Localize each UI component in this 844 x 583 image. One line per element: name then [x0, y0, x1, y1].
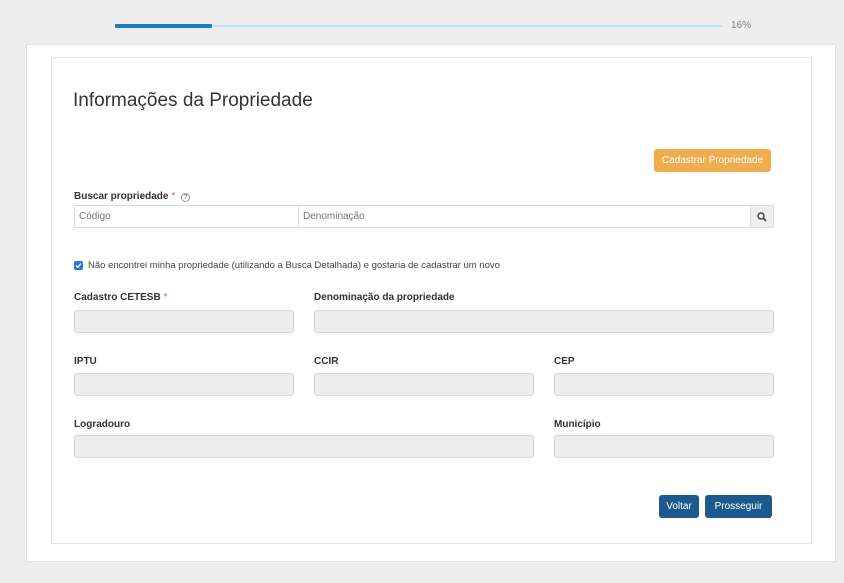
cep-input[interactable] [554, 373, 774, 396]
search-button[interactable] [750, 206, 773, 227]
denomination-label: Denominação da propriedade [314, 292, 455, 303]
search-property-label: Buscar propriedade * ? [74, 191, 190, 202]
street-label: Logradouro [74, 419, 131, 430]
search-property-group [74, 205, 774, 228]
register-property-button[interactable]: Cadastrar Propriedade [654, 149, 771, 172]
cadastro-cetesb-input[interactable] [74, 310, 294, 333]
progress-bar: 16% [115, 18, 815, 34]
property-form: Informações da Propriedade Cadastrar Pro… [51, 57, 812, 544]
city-input[interactable] [554, 435, 774, 458]
back-button[interactable]: Voltar [659, 495, 699, 518]
code-search-input[interactable] [75, 206, 299, 227]
cep-label: CEP [554, 356, 575, 367]
iptu-input[interactable] [74, 373, 294, 396]
iptu-label: IPTU [74, 356, 97, 367]
required-mark: * [171, 191, 176, 202]
next-button[interactable]: Prosseguir [705, 495, 772, 518]
ccir-input[interactable] [314, 373, 534, 396]
street-input[interactable] [74, 435, 534, 458]
search-icon [757, 211, 767, 222]
search-property-label-text: Buscar propriedade [74, 191, 169, 202]
progress-percent: 16% [731, 20, 752, 31]
denomination-input[interactable] [314, 310, 774, 333]
ccir-label: CCIR [314, 356, 339, 367]
required-mark: * [163, 292, 168, 303]
denomination-search-input[interactable] [299, 206, 750, 227]
not-found-checkbox-row[interactable]: Não encontrei minha propriedade (utiliza… [74, 260, 500, 271]
progress-fill [115, 24, 212, 28]
not-found-checkbox[interactable] [74, 261, 83, 270]
form-card: Informações da Propriedade Cadastrar Pro… [26, 44, 836, 562]
checkmark-icon [75, 263, 82, 269]
help-icon[interactable]: ? [180, 193, 190, 202]
cadastro-cetesb-label: Cadastro CETESB * [74, 292, 167, 303]
cadastro-cetesb-label-text: Cadastro CETESB [74, 292, 161, 303]
city-label: Município [554, 419, 601, 430]
not-found-checkbox-label: Não encontrei minha propriedade (utiliza… [88, 260, 500, 271]
page-title: Informações da Propriedade [73, 90, 313, 111]
